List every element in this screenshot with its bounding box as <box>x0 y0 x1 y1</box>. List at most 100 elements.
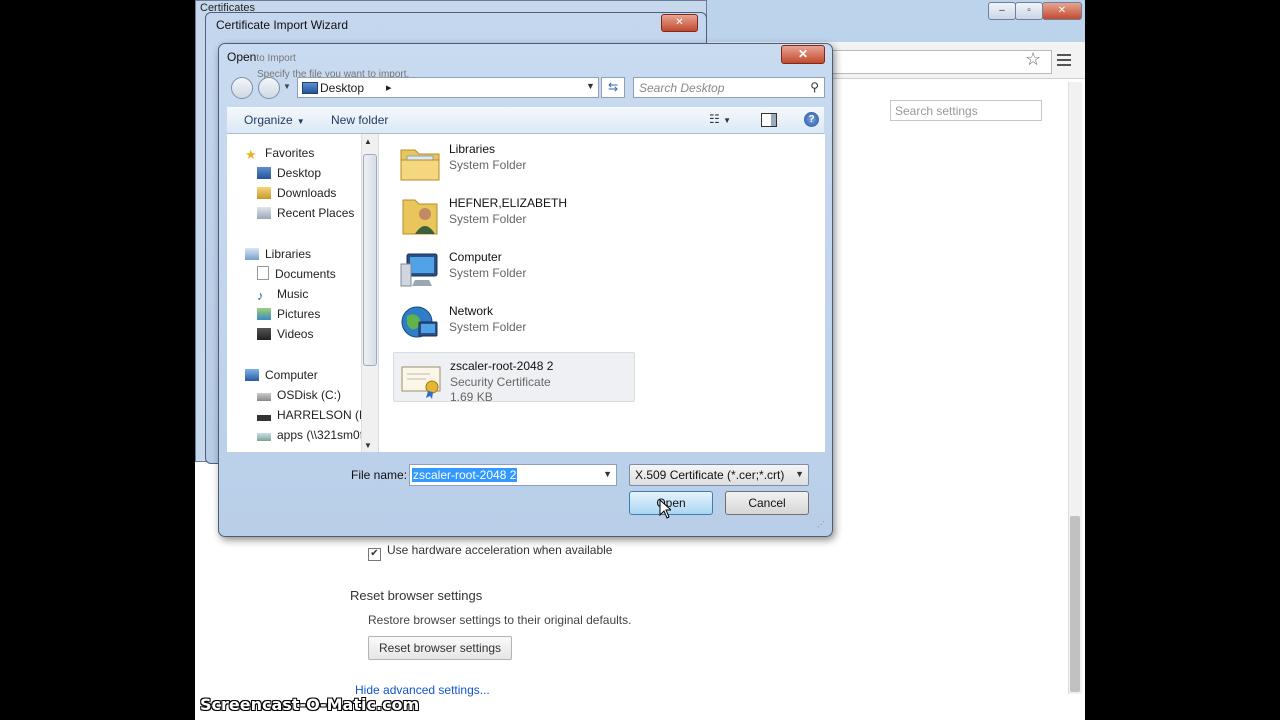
search-icon: ⚲ <box>810 80 819 94</box>
navigation-pane: ★ Favorites Desktop Downloads Recent Plac… <box>227 134 377 452</box>
videos-icon <box>257 328 271 340</box>
nav-label: Favorites <box>265 146 315 160</box>
reset-browser-settings-button[interactable]: Reset browser settings <box>368 636 513 660</box>
nav-label: apps (\\321sm0fr <box>277 428 368 442</box>
nav-label: Music <box>277 287 309 301</box>
file-type: System Folder <box>449 266 527 280</box>
file-name: Computer <box>449 250 502 264</box>
scroll-down-icon[interactable]: ▼ <box>364 441 372 450</box>
recent-pages-chevron-icon[interactable]: ▼ <box>283 82 291 91</box>
address-dropdown-icon[interactable]: ▼ <box>586 81 595 91</box>
nav-item-apps[interactable]: apps (\\321sm0fr <box>257 426 367 444</box>
search-placeholder: Search Desktop <box>639 81 725 95</box>
new-folder-button[interactable]: New folder <box>331 113 388 127</box>
organize-menu[interactable]: Organize ▼ <box>244 113 305 127</box>
documents-icon <box>257 266 269 280</box>
forward-button[interactable] <box>258 77 280 99</box>
bookmark-star-icon[interactable]: ☆ <box>1025 49 1041 70</box>
nav-libraries[interactable]: Libraries <box>245 245 311 263</box>
network-globe-icon <box>401 306 438 338</box>
close-button[interactable]: ✕ <box>1042 2 1082 20</box>
mouse-cursor-icon <box>659 499 671 519</box>
open-button[interactable]: Open <box>629 491 713 515</box>
dialog-close-button[interactable]: ✕ <box>781 45 825 64</box>
dialog-title: Opento Import <box>227 50 296 64</box>
downloads-folder-icon <box>257 187 271 199</box>
nav-item-more[interactable]: ... <box>257 446 287 452</box>
nav-label: Downloads <box>277 186 337 200</box>
file-name-label: File name: <box>351 468 408 482</box>
breadcrumb-arrow-icon[interactable]: ▸ <box>386 81 392 94</box>
file-name-input[interactable]: zscaler-root-2048 2 ▼ <box>409 464 617 486</box>
computer-icon <box>400 253 438 287</box>
file-list-pane: Libraries System Folder HEFNER,ELIZABETH… <box>378 134 825 452</box>
nav-label: Desktop <box>277 166 322 180</box>
file-name: Network <box>449 304 494 318</box>
scrollbar-thumb[interactable] <box>1070 516 1080 692</box>
desktop-icon <box>302 82 318 94</box>
nav-label: Computer <box>265 368 318 382</box>
file-type: System Folder <box>449 158 527 172</box>
star-icon: ★ <box>245 147 257 162</box>
nav-label: Recent Places <box>277 206 355 220</box>
command-bar: Organize ▼ New folder ☷ ▼ ? <box>227 107 824 134</box>
nav-item-desktop[interactable]: Desktop <box>257 164 321 182</box>
file-name: HEFNER,ELIZABETH <box>449 196 568 210</box>
nav-item-osdisk[interactable]: OSDisk (C:) <box>257 386 341 404</box>
nav-item-pictures[interactable]: Pictures <box>257 305 320 323</box>
file-type-value: X.509 Certificate (*.cer;*.crt) <box>635 468 785 482</box>
file-item-network[interactable]: Network System Folder <box>393 298 633 346</box>
hw-accel-checkbox[interactable]: ✔ <box>368 548 381 561</box>
settings-search-input[interactable]: Search settings <box>890 100 1042 121</box>
reset-heading: Reset browser settings <box>350 588 483 603</box>
file-item-certificate[interactable]: zscaler-root-2048 2 Security Certificate… <box>393 352 635 404</box>
cancel-button[interactable]: Cancel <box>725 491 809 515</box>
address-text: Desktop <box>320 81 365 95</box>
back-button[interactable] <box>231 77 253 99</box>
wizard-close-button[interactable]: ✕ <box>661 14 698 32</box>
music-icon: ♪ <box>257 288 264 303</box>
nav-label: ... <box>277 448 287 452</box>
file-name-dropdown-icon[interactable]: ▼ <box>603 469 612 479</box>
libraries-folder-icon <box>400 149 440 181</box>
recent-places-icon <box>257 207 271 219</box>
file-name: zscaler-root-2048 2 <box>450 359 554 373</box>
user-folder-icon <box>402 199 438 235</box>
help-icon[interactable]: ? <box>804 112 819 127</box>
nav-scrollbar-thumb[interactable] <box>363 154 377 366</box>
nav-item-harrelson[interactable]: HARRELSON (E:) <box>257 406 374 424</box>
nav-computer[interactable]: Computer <box>245 366 318 384</box>
file-item-libraries[interactable]: Libraries System Folder <box>393 136 633 184</box>
maximize-button[interactable]: ▫ <box>1015 2 1043 20</box>
search-desktop-input[interactable]: Search Desktop ⚲ <box>633 77 825 98</box>
wizard-title: Certificate Import Wizard <box>216 18 349 32</box>
nav-item-music[interactable]: ♪ Music <box>257 285 308 303</box>
minimize-button[interactable]: – <box>988 2 1016 20</box>
file-item-computer[interactable]: Computer System Folder <box>393 244 633 292</box>
file-item-user-folder[interactable]: HEFNER,ELIZABETH System Folder <box>393 190 633 238</box>
menu-icon[interactable] <box>1057 52 1071 69</box>
nav-item-documents[interactable]: Documents <box>257 265 336 283</box>
nav-item-downloads[interactable]: Downloads <box>257 184 336 202</box>
address-bar[interactable]: Desktop ▸ ▼ <box>297 77 599 98</box>
scroll-up-icon[interactable]: ▲ <box>364 137 372 146</box>
nav-label: Libraries <box>265 247 312 261</box>
dialog-title-ghost: to Import <box>256 53 296 64</box>
file-type: System Folder <box>449 320 527 334</box>
nav-label: Videos <box>277 327 314 341</box>
preview-pane-icon[interactable] <box>761 113 777 127</box>
file-type-select[interactable]: X.509 Certificate (*.cer;*.crt) ▼ <box>629 464 809 486</box>
hw-accel-setting[interactable]: ✔ Use hardware acceleration when availabl… <box>368 543 612 561</box>
nav-item-videos[interactable]: Videos <box>257 325 313 343</box>
organize-label: Organize <box>244 113 293 127</box>
file-type: System Folder <box>449 212 527 226</box>
change-view-icon[interactable]: ☷ ▼ <box>709 112 731 126</box>
nav-favorites[interactable]: ★ Favorites <box>245 144 314 162</box>
nav-item-recent-places[interactable]: Recent Places <box>257 204 354 222</box>
refresh-icon[interactable]: ⇆ <box>601 77 625 98</box>
dialog-title-text: Open <box>227 50 257 64</box>
nav-label: HARRELSON (E:) <box>277 408 375 422</box>
file-size: 1.69 KB <box>450 390 493 404</box>
resize-grip-icon[interactable]: ⋰ <box>817 520 825 529</box>
omnibox[interactable] <box>830 50 1052 74</box>
